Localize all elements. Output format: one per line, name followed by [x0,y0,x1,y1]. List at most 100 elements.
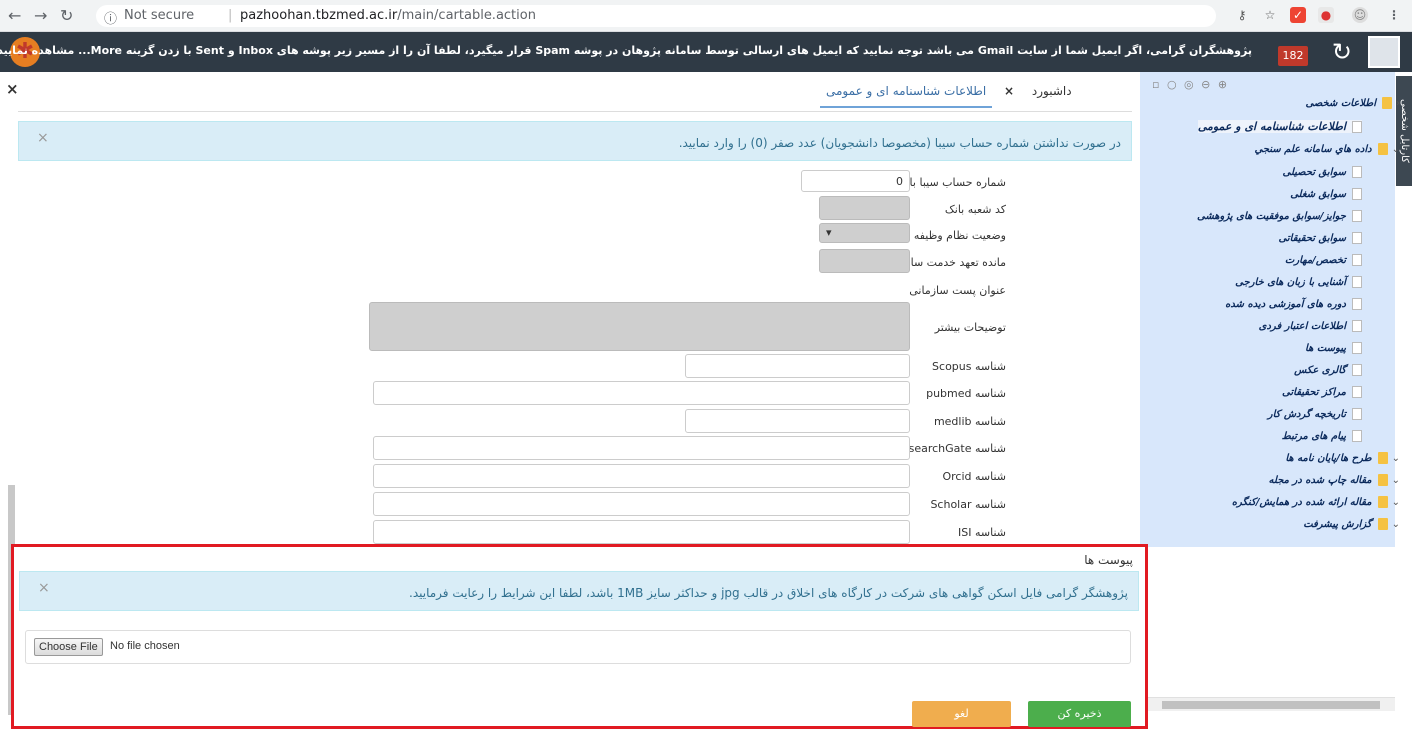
sidebar-item-label: جوایز/سوابق موفقیت های پژوهشی [1197,211,1346,222]
pubmed-input[interactable] [373,381,910,405]
chevron-down-icon[interactable]: ⌄ [1392,497,1400,508]
file-upload-field: Choose File No file chosen [25,630,1131,664]
folder-icon [1377,518,1388,530]
sidebar-item-research-centers[interactable]: مراکز تحقیقاتی [1282,386,1362,398]
branch-code-label: کد شعبه بانک [944,203,1006,216]
orcid-label: شناسه Orcid [942,470,1006,483]
info-icon[interactable]: ⓘ [104,8,117,27]
scrollbar-thumb[interactable] [1162,701,1380,709]
military-status-select[interactable]: ▾ [819,223,910,243]
sidebar-item-projects[interactable]: ⌄ طرح ها/پایان نامه ها [1285,452,1400,464]
sidebar-item-attachments[interactable]: پیوست ها [1305,342,1362,354]
document-icon [1352,430,1362,442]
branch-code-input [819,196,910,220]
sidebar-item-progress-report[interactable]: ⌄ گزارش پیشرفت [1303,518,1400,530]
service-remaining-label: مانده تعهد خدمت سال [902,256,1006,269]
sidebar-item-awards[interactable]: جوایز/سوابق موفقیت های پژوهشی [1197,210,1362,222]
bank-account-alert: × در صورت نداشتن شماره حساب سیبا (مخصوصا… [18,121,1132,161]
sidebar-item-label: اطلاعات شناسنامه ای و عمومی [1197,120,1346,133]
sidebar-item-credit[interactable]: اطلاعات اعتبار فردی [1259,320,1362,332]
sidebar-item-label: آشنایی با زبان های خارجی [1235,277,1346,288]
notification-badge[interactable]: 182 [1278,46,1308,66]
sidebar-item-workflow-history[interactable]: تاریخچه گردش کار [1268,408,1362,420]
key-icon[interactable]: ⚷ [1234,7,1250,23]
back-arrow-icon[interactable]: ← [8,6,21,25]
medlib-input[interactable] [685,409,910,433]
star-icon[interactable]: ☆ [1262,7,1278,23]
menu-kebab-icon[interactable]: ⋮ [1386,7,1402,23]
scholar-label: شناسه Scholar [930,498,1006,511]
folder-icon [1377,474,1388,486]
sidebar-item-label: اطلاعات اعتبار فردی [1258,321,1346,332]
alert-close-icon[interactable]: × [37,130,49,146]
sidebar-item-label: گالری عکس [1294,365,1346,376]
extension-icon[interactable]: ✓ [1290,7,1306,23]
url-separator: | [228,8,233,23]
sidebar-item-research-records[interactable]: سوابق تحقیقاتی [1279,232,1362,244]
sidebar-item-label: مقاله ارائه شده در همایش/کنگره [1231,497,1372,508]
scholar-input[interactable] [373,492,910,516]
chevron-down-icon[interactable]: ⌄ [1392,519,1400,530]
pubmed-label: شناسه pubmed [926,387,1006,400]
tab-identity-general[interactable]: اطلاعات شناسنامه ای و عمومی [820,80,993,108]
choose-file-button[interactable]: Choose File [34,638,103,656]
sidebar-item-courses[interactable]: دوره های آموزشی دیده شده [1225,298,1362,310]
attachments-panel: پیوست ها × پژوهشگر گرامی فایل اسکن گواهی… [11,544,1148,729]
sidebar-item-scientometrics[interactable]: ⌄ داده هاي سامانه علم سنجي [1255,143,1400,155]
sidebar-item-label: طرح ها/پایان نامه ها [1285,453,1372,464]
sidebar-item-label: مقاله چاپ شده در مجله [1268,475,1372,486]
tab-bar: داشبورد × اطلاعات شناسنامه ای و عمومی [820,80,1078,108]
sidebar-item-education[interactable]: سوابق تحصیلی [1282,166,1362,178]
researchgate-input[interactable] [373,436,910,460]
document-icon [1352,121,1362,133]
url-text[interactable]: pazhoohan.tbzmed.ac.ir/main/cartable.act… [240,8,536,23]
document-icon [1352,342,1362,354]
forward-arrow-icon[interactable]: → [34,6,47,25]
orcid-input[interactable] [373,464,910,488]
sidebar-toolbar-icons[interactable]: ▫ ○ ◎ ⊖ ⊕ [1152,78,1229,91]
chevron-left-icon[interactable]: ‹ [1396,98,1400,109]
sidebar-item-languages[interactable]: آشنایی با زبان های خارجی [1235,276,1362,288]
tab-dashboard[interactable]: داشبورد [1026,80,1078,106]
dropdown-arrow-icon: ▾ [826,226,832,239]
alert-close-icon[interactable]: × [38,580,50,596]
isi-label: شناسه ISI [958,526,1006,539]
sidebar-item-messages[interactable]: پیام های مرتبط [1282,430,1362,442]
profile-icon[interactable]: ☺ [1352,7,1368,23]
sidebar-item-label: تاریخچه گردش کار [1267,409,1346,420]
address-bar[interactable]: ⓘ Not secure | pazhoohan.tbzmed.ac.ir/ma… [96,5,1216,27]
sidebar-item-expertise[interactable]: تخصص/مهارت [1285,254,1362,266]
bank-account-input[interactable]: 0 [801,170,910,192]
sidebar-item-conference-papers[interactable]: ⌄ مقاله ارائه شده در همایش/کنگره [1232,496,1400,508]
chevron-down-icon[interactable]: ⌄ [1392,453,1400,464]
close-panel-icon[interactable]: × [6,80,19,98]
sidebar-item-personal-info[interactable]: ‹ اطلاعات شخصی [1306,97,1400,109]
sidebar-horizontal-scrollbar[interactable] [1140,697,1395,711]
url-path: /main/cartable.action [397,8,536,23]
refresh-icon[interactable]: ↻ [1332,38,1352,66]
sidebar-item-journal-articles[interactable]: ⌄ مقاله چاپ شده در مجله [1269,474,1400,486]
document-icon [1352,210,1362,222]
chevron-down-icon[interactable]: ⌄ [1392,144,1400,155]
document-icon [1352,320,1362,332]
cancel-button[interactable]: لغو [912,701,1011,727]
sidebar-item-label: پیام های مرتبط [1281,431,1346,442]
more-description-textarea[interactable] [369,302,910,351]
document-icon [1352,166,1362,178]
sidebar-item-label: سوابق شغلی [1290,189,1346,200]
sidebar-item-identity-general[interactable]: اطلاعات شناسنامه ای و عمومی [1197,120,1362,133]
tab-close-icon[interactable]: × [1004,84,1014,98]
scopus-input[interactable] [685,354,910,378]
avatar[interactable] [1368,36,1400,68]
sidebar-item-label: پیوست ها [1305,343,1346,354]
medlib-label: شناسه medlib [933,415,1006,428]
chevron-down-icon[interactable]: ⌄ [1392,475,1400,486]
sidebar-item-gallery[interactable]: گالری عکس [1294,364,1362,376]
scopus-label: شناسه Scopus [932,360,1006,373]
isi-input[interactable] [373,520,910,544]
save-button[interactable]: ذخیره کن [1028,701,1131,727]
personal-cartable-tab[interactable]: کارتابل شخصی [1396,76,1412,186]
extension-icon-2[interactable]: ● [1318,7,1334,23]
reload-icon[interactable]: ↻ [60,6,73,25]
sidebar-item-employment[interactable]: سوابق شغلی [1290,188,1362,200]
